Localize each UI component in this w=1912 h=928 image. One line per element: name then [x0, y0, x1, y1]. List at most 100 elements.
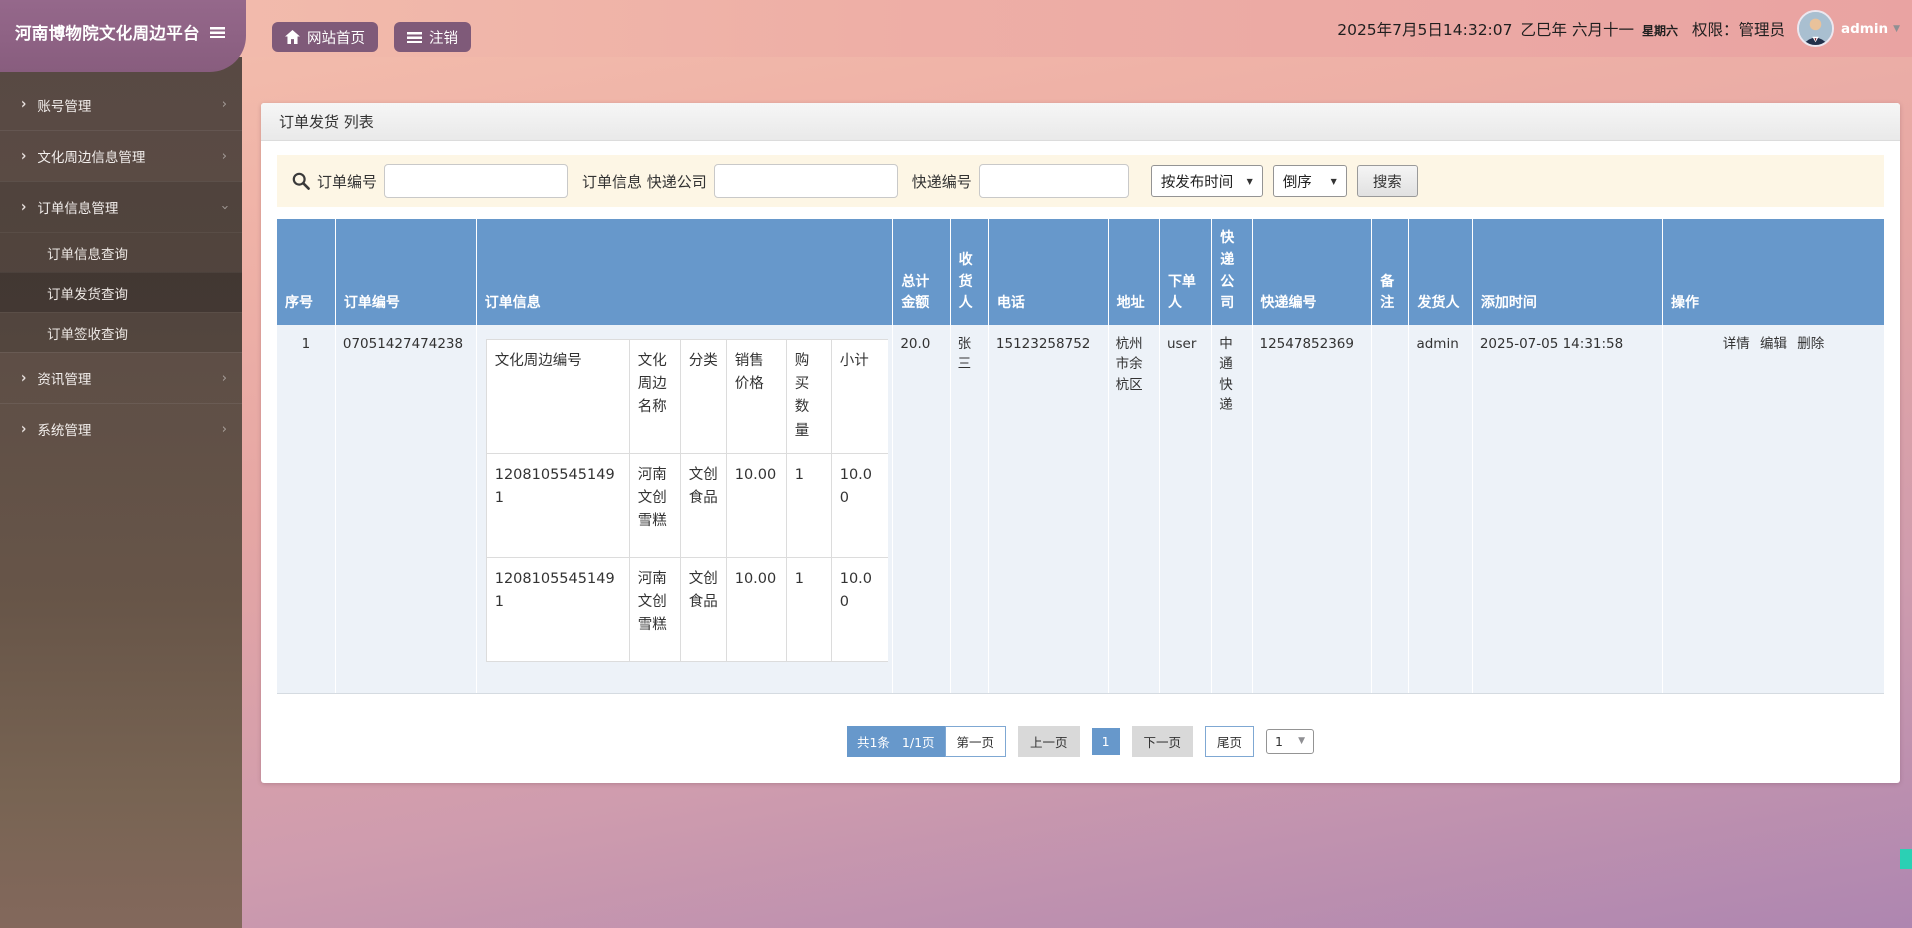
search-icon [291, 171, 311, 191]
sidebar-item-order-info-mgmt[interactable]: › 订单信息管理 › [0, 181, 242, 232]
sidebar-item-account-mgmt[interactable]: › 账号管理 › [0, 79, 242, 130]
inner-cell-subtotal: 10.00 [830, 556, 889, 662]
pagination-summary: 共1条 1/1页 [846, 725, 945, 757]
search-bar: 订单编号 订单信息 快递公司 快递编号 按发布时间 ▼ 倒序 ▼ 搜索 [277, 155, 1884, 207]
sidebar-item-news-mgmt[interactable]: › 资讯管理 › [0, 352, 242, 403]
order-no-label: 订单编号 [317, 172, 378, 191]
col-index: 序号 [277, 219, 336, 325]
express-no-input[interactable] [978, 164, 1129, 198]
weekday-text: 星期六 [1641, 23, 1678, 38]
chevron-down-icon: › [216, 204, 232, 210]
chevron-right-icon: › [21, 420, 27, 438]
sidebar-item-culture-info-mgmt[interactable]: › 文化周边信息管理 › [0, 130, 242, 181]
col-express-company: 快递公司 [1211, 219, 1253, 325]
cell-order-no: 07051427474238 [335, 325, 477, 694]
inner-cell-qty: 1 [785, 556, 832, 662]
user-caret-down-icon: ▼ [1893, 23, 1900, 34]
col-address: 地址 [1108, 219, 1160, 325]
inner-cell-item-name: 河南文创雪糕 [628, 452, 681, 558]
cell-buyer: user [1159, 325, 1213, 694]
express-company-input[interactable] [713, 164, 898, 198]
col-receiver: 收货人 [950, 219, 989, 325]
search-button[interactable]: 搜索 [1356, 165, 1418, 197]
inner-col-item-no: 文化周边编号 [485, 339, 630, 454]
inner-col-item-name: 文化周边名称 [628, 339, 681, 454]
chevron-right-icon: › [21, 198, 27, 216]
top-header: 网站首页 注销 2025年7月5日14:32:07 乙巳年 六月十一 星期六 权… [0, 0, 1912, 57]
sort-field-value: 按发布时间 [1160, 174, 1234, 191]
inner-col-price: 销售价格 [725, 339, 787, 454]
cell-express-company: 中通快递 [1211, 325, 1253, 694]
page-title: 订单发货 列表 [279, 113, 374, 131]
brand-logo: 河南博物院文化周边平台 [0, 0, 246, 72]
detail-link[interactable]: 详情 [1723, 336, 1750, 352]
sidebar-item-label: 文化周边信息管理 [37, 150, 146, 166]
table-header-row: 序号 订单编号 订单信息 总计金额 收货人 电话 地址 下单人 快递公司 快递编… [277, 219, 1884, 325]
user-menu[interactable]: admin ▼ [1796, 10, 1900, 47]
sidebar-item-order-receive-query[interactable]: 订单签收查询 [0, 312, 242, 352]
chevron-right-icon: › [221, 421, 227, 437]
first-page-button[interactable]: 第一页 [944, 725, 1007, 757]
cell-shipper: admin [1408, 325, 1473, 694]
inner-cell-price: 10.00 [725, 452, 787, 558]
list-card: 订单发货 列表 订单编号 订单信息 快递公司 快递编号 按发布时间 ▼ 倒序 ▼… [261, 103, 1900, 783]
select-caret-down-icon: ▼ [1330, 176, 1337, 186]
current-page-button[interactable]: 1 [1091, 727, 1120, 755]
chevron-right-icon: › [21, 95, 27, 114]
inner-cell-category: 文创食品 [679, 452, 727, 558]
list-icon [407, 31, 422, 43]
hamburger-menu-icon[interactable] [209, 26, 225, 38]
logout-button[interactable]: 注销 [394, 22, 471, 52]
col-add-time: 添加时间 [1472, 219, 1664, 325]
sort-order-select[interactable]: 倒序 ▼ [1272, 165, 1347, 197]
scroll-indicator[interactable] [1900, 849, 1912, 869]
sort-order-value: 倒序 [1282, 174, 1312, 191]
lunar-date-text: 乙巳年 六月十一 [1520, 20, 1634, 39]
chevron-right-icon: › [21, 369, 27, 387]
sidebar-item-label: 订单信息管理 [37, 201, 119, 217]
last-page-button[interactable]: 尾页 [1205, 725, 1255, 757]
sidebar-subitem-label: 订单发货查询 [47, 286, 128, 303]
col-order-no: 订单编号 [335, 219, 477, 325]
cell-express-no: 12547852369 [1252, 325, 1373, 694]
prev-page-button[interactable]: 上一页 [1018, 725, 1080, 757]
chevron-right-icon: › [221, 370, 227, 386]
sidebar-item-order-info-query[interactable]: 订单信息查询 [0, 232, 242, 272]
sidebar-item-order-ship-query[interactable]: 订单发货查询 [0, 272, 242, 312]
inner-row: 12081055451491 河南文创雪糕 文创食品 10.00 1 10.00 [485, 452, 889, 558]
inner-col-qty: 购买数量 [785, 339, 832, 454]
sidebar-item-system-mgmt[interactable]: › 系统管理 › [0, 403, 242, 454]
inner-header-row: 文化周边编号 文化周边名称 分类 销售价格 购买数量 小计 [485, 339, 889, 454]
delete-link[interactable]: 删除 [1797, 336, 1824, 352]
next-page-button[interactable]: 下一页 [1131, 725, 1194, 757]
inner-cell-item-no: 12081055451491 [485, 452, 630, 558]
logout-button-label: 注销 [429, 30, 458, 47]
edit-link[interactable]: 编辑 [1760, 336, 1787, 352]
cell-add-time: 2025-07-05 14:31:58 [1472, 325, 1664, 694]
order-no-input[interactable] [384, 164, 569, 198]
role-text: 权限：管理员 [1691, 20, 1785, 39]
inner-col-subtotal: 小计 [830, 339, 889, 454]
sidebar-item-label: 账号管理 [37, 98, 92, 115]
page-select-value: 1 [1275, 733, 1283, 749]
select-caret-down-icon: ▼ [1298, 736, 1306, 747]
cell-index: 1 [277, 325, 336, 694]
page-info: 1/1页 [901, 734, 935, 750]
pagination: 共1条 1/1页 第一页 上一页 1 下一页 尾页 1 ▼ [277, 725, 1884, 757]
inner-cell-category: 文创食品 [679, 556, 727, 662]
sidebar: › 账号管理 › › 文化周边信息管理 › › 订单信息管理 › 订单信息查询 … [0, 57, 242, 928]
username-text: admin [1840, 20, 1889, 37]
brand-title: 河南博物院文化周边平台 [15, 24, 200, 43]
inner-cell-subtotal: 10.00 [830, 452, 889, 558]
home-button[interactable]: 网站首页 [272, 22, 378, 52]
inner-cell-price: 10.00 [725, 556, 787, 662]
sort-field-select[interactable]: 按发布时间 ▼ [1150, 165, 1263, 197]
col-actions: 操作 [1662, 219, 1884, 325]
cell-remark [1371, 325, 1410, 694]
col-express-no: 快递编号 [1252, 219, 1373, 325]
page-select[interactable]: 1 ▼ [1266, 728, 1315, 754]
inner-cell-item-name: 河南文创雪糕 [628, 556, 681, 662]
sidebar-item-label: 资讯管理 [37, 372, 92, 388]
main-content: 订单发货 列表 订单编号 订单信息 快递公司 快递编号 按发布时间 ▼ 倒序 ▼… [261, 103, 1900, 783]
inner-col-category: 分类 [679, 339, 727, 454]
